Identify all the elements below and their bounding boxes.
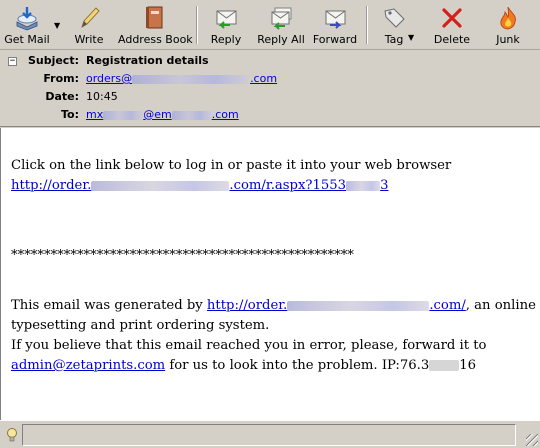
reply-all-icon — [271, 7, 292, 30]
redacted-block — [346, 180, 381, 191]
mail-toolbar: Get Mail ▼ Write Address Book Reply Repl… — [0, 0, 540, 50]
flame-icon — [500, 6, 516, 30]
message-body: Click on the link below to log in or pas… — [0, 128, 540, 420]
login-link[interactable]: http://order. .com/r.aspx?1553 3 — [11, 178, 388, 193]
from-email-suffix: .com — [250, 72, 278, 85]
from-row: From: orders@ .com — [0, 71, 540, 87]
reply-all-button[interactable]: Reply All — [256, 2, 306, 48]
contact-text: for us to look into the problem. IP:76.3 — [165, 358, 430, 373]
get-mail-icon — [16, 7, 38, 31]
lightbulb-icon[interactable] — [6, 427, 18, 443]
forward-button[interactable]: Forward — [312, 2, 358, 48]
junk-button[interactable]: Junk — [490, 2, 526, 48]
address-book-button[interactable]: Address Book — [118, 2, 193, 48]
tag-icon — [384, 8, 405, 28]
subject-value: Registration details — [86, 54, 209, 67]
site-link[interactable]: http://order. .com/ — [207, 298, 466, 313]
site-link-suffix: .com/ — [429, 298, 466, 313]
reply-all-label: Reply All — [257, 33, 305, 46]
tag-dropdown-icon[interactable]: ▼ — [408, 34, 414, 42]
login-link-line: http://order. .com/r.aspx?1553 3 — [11, 176, 388, 196]
reply-label: Reply — [210, 33, 242, 46]
from-email-prefix: orders@ — [86, 72, 133, 85]
contact-line: admin@zetaprints.com for us to look into… — [11, 356, 476, 376]
instruction-text: Click on the link below to log in or pas… — [11, 158, 452, 173]
redacted-block — [171, 110, 212, 120]
redacted-block — [287, 300, 430, 311]
redacted-block — [91, 180, 230, 191]
write-label: Write — [74, 33, 104, 46]
get-mail-label: Get Mail — [4, 33, 50, 46]
get-mail-button[interactable]: Get Mail — [2, 2, 52, 48]
login-link-prefix: http://order. — [11, 178, 92, 193]
generated-by-line: This email was generated by http://order… — [11, 296, 536, 316]
to-row: To: mx @em .com — [0, 107, 540, 123]
reply-icon — [216, 10, 237, 29]
pencil-icon — [81, 7, 100, 29]
status-bar — [0, 420, 540, 448]
generated-by-suffix: , an online — [465, 298, 536, 313]
separator-line: ****************************************… — [11, 248, 354, 263]
date-row: Date: 10:45 — [0, 89, 540, 105]
site-link-prefix: http://order. — [206, 298, 288, 313]
status-text-area — [22, 424, 516, 446]
from-label: From: — [43, 72, 79, 85]
to-email-suffix: .com — [211, 108, 239, 121]
to-value[interactable]: mx @em .com — [86, 107, 239, 123]
junk-label: Junk — [496, 33, 520, 46]
login-link-middle: .com/r.aspx?1553 — [229, 178, 347, 193]
toolbar-separator — [366, 6, 368, 44]
toolbar-separator — [196, 6, 198, 44]
subject-row: Subject: Registration details — [0, 53, 540, 69]
resize-grip[interactable] — [526, 434, 538, 446]
reply-button[interactable]: Reply — [206, 2, 246, 48]
to-email-prefix: mx — [86, 108, 104, 121]
to-email-link[interactable]: mx @em .com — [86, 108, 239, 121]
admin-email-link[interactable]: admin@zetaprints.com — [11, 358, 165, 373]
ip-suffix: 16 — [459, 358, 477, 373]
error-notice-text: If you believe that this email reached y… — [11, 338, 487, 353]
redacted-block — [429, 360, 460, 371]
delete-label: Delete — [433, 33, 471, 46]
from-value[interactable]: orders@ .com — [86, 71, 277, 87]
redacted-block — [103, 110, 144, 120]
login-link-end: 3 — [380, 178, 389, 193]
redacted-block — [132, 74, 251, 84]
address-book-label: Address Book — [118, 33, 193, 46]
subject-label: Subject: — [27, 54, 79, 67]
delete-button[interactable]: Delete — [432, 2, 472, 48]
generated-by-text: This email was generated by — [11, 298, 207, 313]
message-header-pane: − Subject: Registration details From: or… — [0, 51, 540, 127]
date-value: 10:45 — [86, 90, 118, 103]
tag-button[interactable]: Tag — [378, 2, 410, 48]
forward-icon — [325, 10, 346, 29]
get-mail-dropdown-icon[interactable]: ▼ — [54, 22, 60, 30]
forward-label: Forward — [312, 33, 358, 46]
to-label: To: — [61, 108, 79, 121]
date-label: Date: — [45, 90, 79, 103]
address-book-icon — [146, 6, 163, 29]
write-button[interactable]: Write — [70, 2, 108, 48]
to-email-middle: @em — [143, 108, 172, 121]
delete-icon — [442, 8, 462, 28]
tag-label: Tag — [384, 33, 404, 46]
from-email-link[interactable]: orders@ .com — [86, 72, 277, 85]
typesetting-text: typesetting and print ordering system. — [11, 318, 270, 333]
